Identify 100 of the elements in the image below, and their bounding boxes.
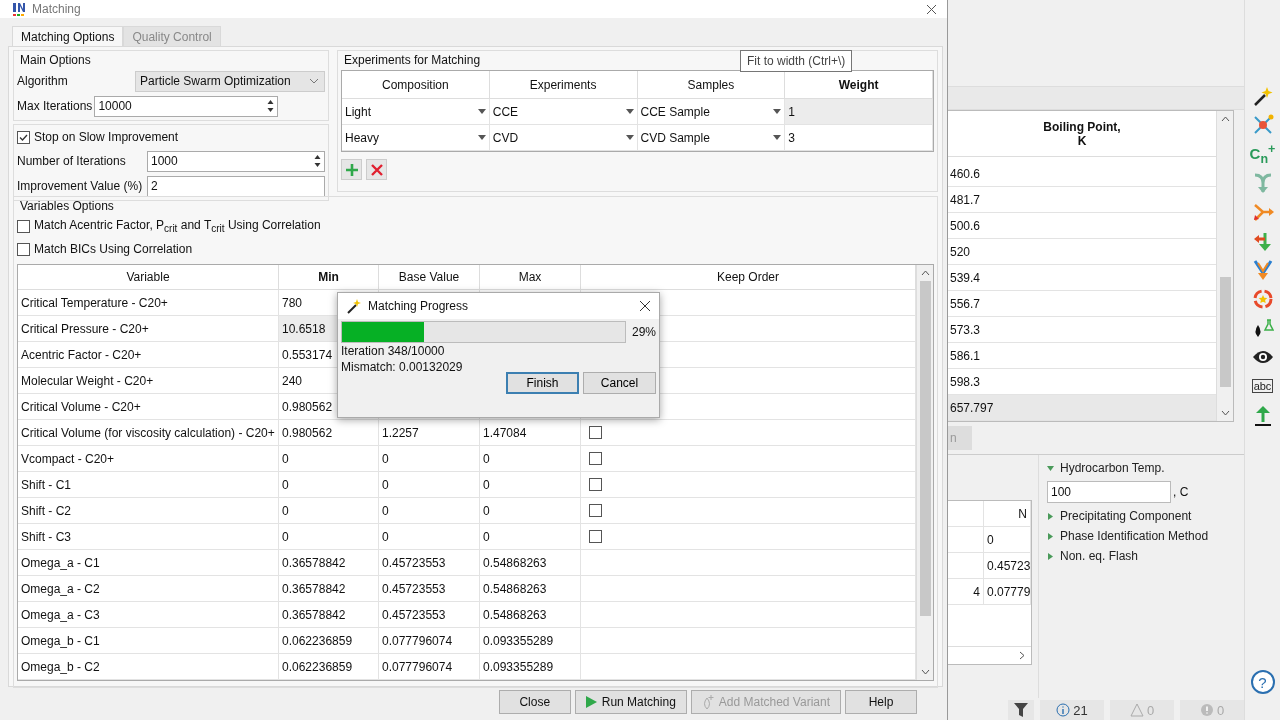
checkbox[interactable] — [589, 504, 602, 517]
checkbox[interactable] — [17, 242, 30, 256]
table-cell[interactable]: 1 — [785, 99, 933, 125]
table-cell: 0 — [480, 446, 581, 472]
column-header[interactable]: Experiments — [489, 71, 638, 99]
checkbox[interactable] — [17, 219, 30, 233]
info-icon — [1056, 703, 1071, 717]
table-cell: Omega_b - C1 — [18, 628, 279, 654]
table-cell[interactable]: Light — [342, 99, 490, 125]
tab[interactable]: Matching Options — [12, 26, 124, 46]
table-cell: 0 — [279, 524, 379, 550]
expanded-arrow-icon[interactable] — [1047, 464, 1054, 472]
spin-arrows-icon[interactable] — [313, 153, 322, 169]
table-cell: 0.093355289 — [480, 654, 581, 680]
table-cell: 0.36578842 — [279, 550, 379, 576]
table-cell: 0.077796074 — [379, 628, 480, 654]
scrollbar[interactable] — [916, 265, 933, 680]
split-arrows-icon — [1251, 201, 1274, 223]
delete-button[interactable] — [366, 159, 387, 180]
algorithm-dropdown[interactable]: Particle Swarm Optimization — [135, 70, 325, 92]
max-iterations-field[interactable]: 10000 — [94, 95, 279, 117]
cycle-arrows-icon — [1251, 288, 1274, 310]
close-icon[interactable] — [639, 300, 651, 312]
scroll-down-icon[interactable] — [920, 669, 930, 675]
property-label[interactable]: Non. eq. Flash — [1060, 549, 1139, 563]
temperature-field[interactable]: 100 — [1047, 481, 1171, 503]
column-header[interactable]: Variable — [18, 265, 279, 290]
table-cell: 0.36578842 — [279, 602, 379, 628]
table-cell: 0 — [379, 472, 480, 498]
scrollbar[interactable] — [1216, 111, 1233, 421]
scroll-up-icon[interactable] — [920, 270, 930, 276]
table-cell: 4 — [948, 579, 984, 604]
dialog-button[interactable]: Help — [845, 690, 917, 714]
column-header[interactable]: Keep Order — [581, 265, 916, 290]
column-header[interactable]: Samples — [637, 71, 786, 99]
scroll-right-icon[interactable] — [1019, 651, 1025, 660]
improvement-field[interactable]: 2 — [147, 175, 325, 197]
checkbox[interactable] — [589, 478, 602, 491]
table-cell: 0 — [379, 446, 480, 472]
dialog-button[interactable]: Finish — [506, 372, 579, 394]
play-icon — [585, 696, 597, 708]
table-cell: 0.093355289 — [480, 628, 581, 654]
collapsed-arrow-icon[interactable] — [1047, 512, 1054, 520]
checkbox[interactable] — [589, 426, 602, 439]
iterations-field[interactable]: 1000 — [147, 150, 325, 172]
table-cell: 1.2257 — [379, 420, 480, 446]
checkbox-label: Stop on Slow Improvement — [34, 130, 179, 144]
spin-arrows-icon[interactable] — [266, 98, 276, 114]
dialog-button[interactable]: Close — [498, 690, 571, 714]
status-button[interactable] — [1008, 700, 1034, 720]
table-cell: Critical Volume - C20+ — [18, 394, 279, 420]
scroll-thumb[interactable] — [1219, 277, 1231, 387]
plus-icon — [344, 162, 359, 177]
table-cell: Critical Temperature - C20+ — [18, 290, 279, 316]
collapsed-arrow-icon[interactable] — [1047, 552, 1054, 560]
caret-icon — [477, 109, 486, 114]
close-icon[interactable] — [926, 3, 937, 15]
scroll-thumb[interactable] — [919, 281, 931, 616]
column-header[interactable]: N — [984, 501, 1031, 526]
caret-icon — [773, 135, 782, 140]
column-header[interactable]: Max — [480, 265, 581, 290]
table-cell[interactable]: CCE Sample — [637, 99, 786, 125]
table-cell[interactable]: CVD — [489, 125, 638, 151]
column-header[interactable]: Weight — [785, 71, 933, 99]
warning-icon — [1129, 703, 1144, 717]
table-cell[interactable]: 3 — [785, 125, 933, 151]
table-cell: 0.45723 — [984, 553, 1031, 578]
cross-icon — [370, 163, 383, 176]
checkbox[interactable] — [17, 130, 30, 144]
scroll-up-icon[interactable] — [1220, 116, 1230, 122]
table-cell: 0.54868263 — [480, 602, 581, 628]
property-label[interactable]: Hydrocarbon Temp. — [1060, 461, 1165, 475]
property-label[interactable]: Precipitating Component — [1060, 509, 1192, 523]
help-button[interactable]: ? — [1250, 670, 1275, 694]
table-cell[interactable]: CVD Sample — [637, 125, 786, 151]
field-label: Algorithm — [17, 74, 68, 88]
checkbox[interactable] — [589, 452, 602, 465]
converge-arrows-icon — [1251, 259, 1274, 281]
table-cell[interactable]: Heavy — [342, 125, 490, 151]
column-header[interactable]: Base Value — [379, 265, 480, 290]
checkbox[interactable] — [589, 530, 602, 543]
property-label[interactable]: Phase Identification Method — [1060, 529, 1209, 543]
table-cell: 0 — [279, 498, 379, 524]
table-cell[interactable]: CCE — [489, 99, 638, 125]
table-cell: 0 — [279, 446, 379, 472]
filter-icon — [1014, 703, 1028, 717]
group-title: Experiments for Matching — [343, 53, 481, 67]
table-cell: Shift - C3 — [18, 524, 279, 550]
column-header[interactable]: Composition — [342, 71, 490, 99]
collapsed-arrow-icon[interactable] — [1047, 532, 1054, 540]
caret-icon — [625, 135, 634, 140]
table-cell: 0 — [480, 472, 581, 498]
toolbar-button[interactable]: abc — [1248, 374, 1277, 398]
status-button[interactable]: 21 — [1040, 700, 1104, 720]
table-cell: 657.797 — [948, 395, 1216, 421]
column-header[interactable]: Min — [279, 265, 379, 290]
table-cell: 0 — [279, 472, 379, 498]
scroll-down-icon[interactable] — [1220, 410, 1230, 416]
dialog-button[interactable]: Cancel — [583, 372, 656, 394]
dialog-button[interactable]: Run Matching — [574, 690, 687, 714]
